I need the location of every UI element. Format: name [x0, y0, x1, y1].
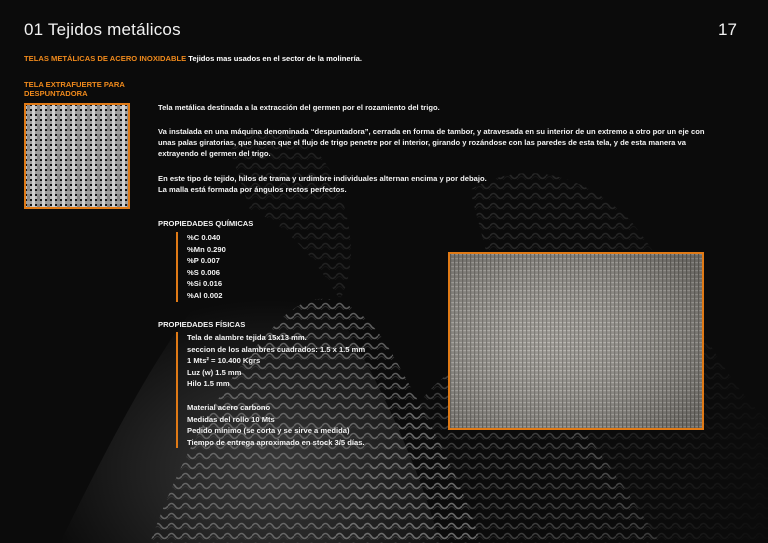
chemical-item: %Al 0.002 [187, 290, 223, 300]
physical-item: Luz (w) 1.5 mm [187, 367, 242, 377]
mesh-closeup-image [448, 252, 704, 430]
physical-properties-list: Tela de alambre tejida 15x13 mm. seccion… [176, 332, 427, 449]
subtitle: TELAS METÁLICAS DE ACERO INOXIDABLE Teji… [24, 54, 362, 63]
chemical-item: %Mn 0.290 [187, 244, 226, 254]
chemical-properties-heading: PROPIEDADES QUÍMICAS [158, 219, 254, 228]
paragraph-description: Va instalada en una máquina denominada “… [158, 127, 705, 158]
physical-extra-item: Pedido mínimo (se corta y se sirve a med… [187, 426, 350, 436]
physical-item: Tela de alambre tejida 15x13 mm. [187, 333, 307, 342]
subtitle-rest: Tejidos mas usados en el sector de la mo… [188, 54, 363, 63]
subtitle-accent: TELAS METÁLICAS DE ACERO INOXIDABLE [24, 54, 187, 63]
page-title: 01 Tejidos metálicos [24, 20, 181, 39]
chemical-item: %S 0.006 [187, 267, 220, 277]
section-label: TELA EXTRAFUERTE PARA DESPUNTADORA [24, 80, 125, 98]
physical-item: Hilo 1.5 mm [187, 379, 230, 389]
paragraph-weave-line-1: En este tipo de tejido, hilos de trama y… [158, 174, 487, 183]
chemical-item: %P 0.007 [187, 256, 220, 266]
physical-extra-item: Material acero carbono [187, 402, 271, 412]
physical-item: 1 Mts² = 10.400 Kgrs [187, 356, 261, 366]
physical-extra-item: Medidas del rollo 10 Mts [187, 414, 275, 424]
physical-item: seccion de los alambres cuadrados: 1.5 x… [187, 344, 366, 354]
chemical-item: %C 0.040 [187, 233, 221, 242]
paragraph-intro: Tela metálica destinada a la extracción … [158, 103, 440, 112]
paragraph-weave-line-2: La malla está formada por ángulos rectos… [158, 185, 347, 194]
physical-extra-item: Tiempo de entrega aproximado en stock 3/… [187, 437, 365, 447]
mesh-thumbnail-image [24, 103, 130, 209]
physical-properties-heading: PROPIEDADES FÍSICAS [158, 320, 246, 329]
page-number: 17 [718, 20, 737, 39]
chemical-item: %Si 0.016 [187, 279, 223, 289]
paragraph-weave: En este tipo de tejido, hilos de trama y… [158, 173, 718, 195]
chemical-properties-list: %C 0.040 %Mn 0.290 %P 0.007 %S 0.006 %Si… [176, 232, 307, 302]
